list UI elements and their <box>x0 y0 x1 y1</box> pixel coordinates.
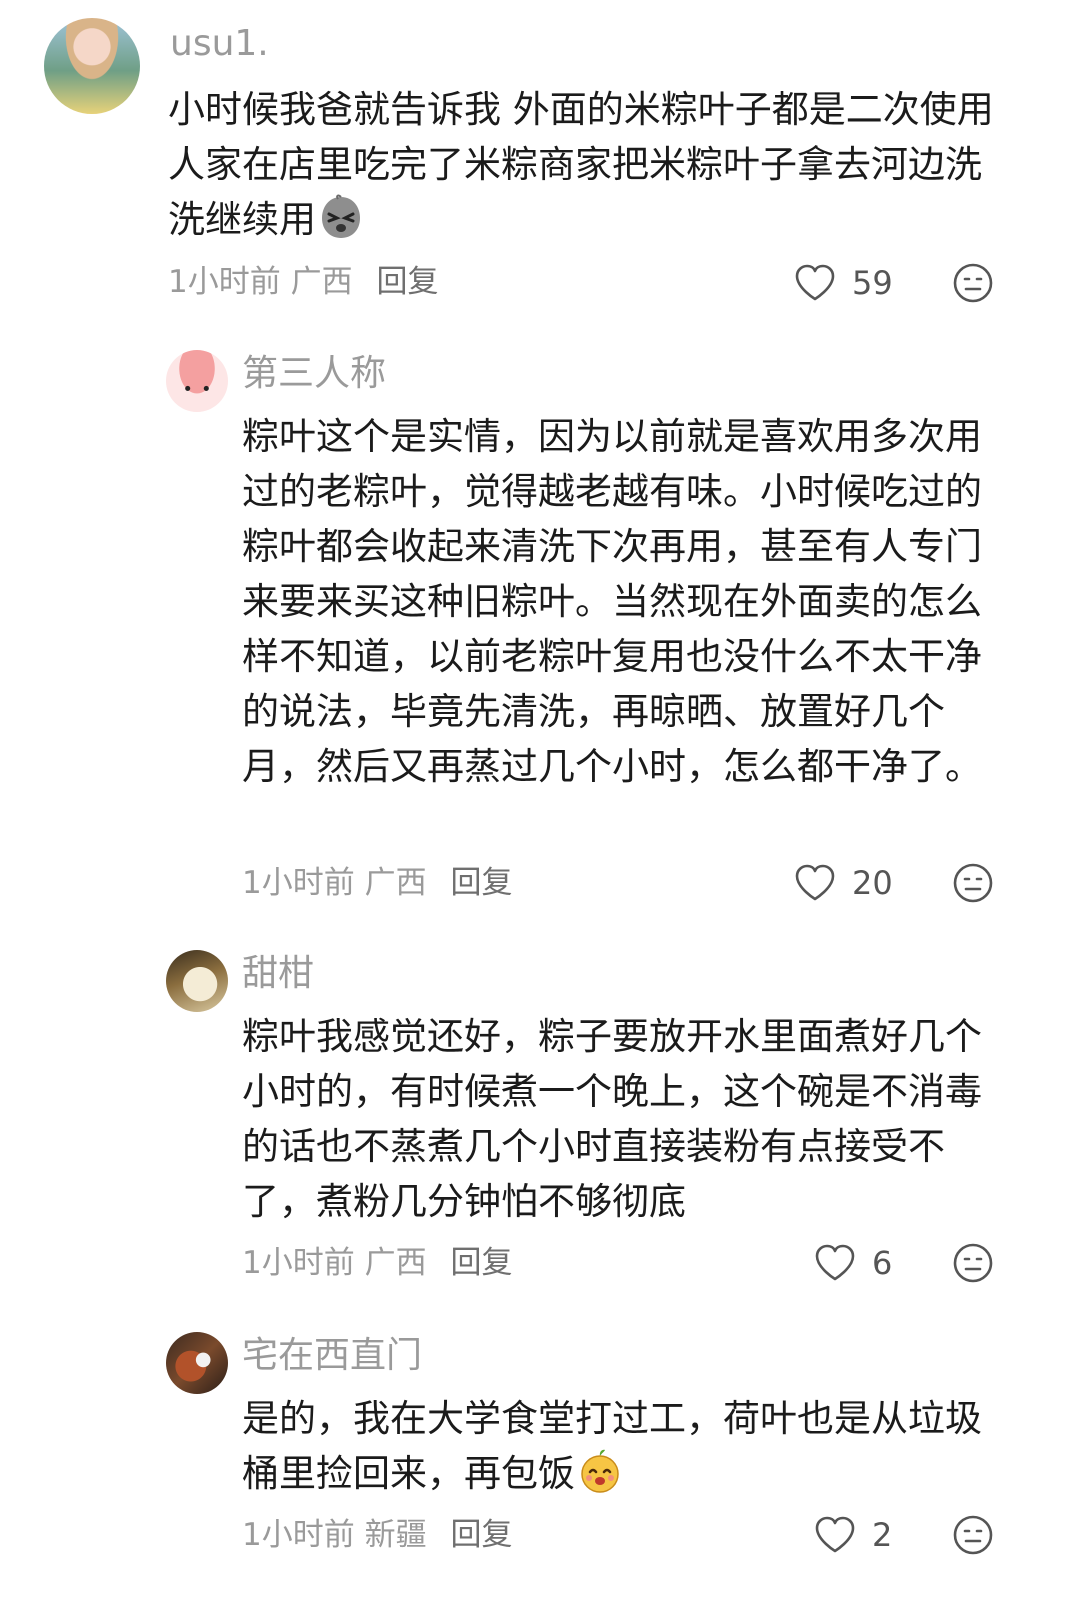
comment-text: 是的，我在大学食堂打过工，荷叶也是从垃圾桶里捡回来，再包饭 <box>242 1391 987 1501</box>
heart-outline-icon <box>815 1244 855 1281</box>
like-count: 2 <box>872 1516 893 1554</box>
username[interactable]: usu1. <box>170 22 269 66</box>
comment-meta: 1小时前 新疆 回复 <box>242 1515 512 1555</box>
comment-item: 甜柑 粽叶我感觉还好，粽子要放开水里面煮好几个小时的，有时候煮一个晚上，这个碗是… <box>0 930 1079 1312</box>
comment-item: 第三人称 粽叶这个是实情，因为以前就是喜欢用多次用过的老粽叶，觉得越老越有味。小… <box>0 330 1079 930</box>
avatar[interactable] <box>166 950 228 1012</box>
comment-location: 广西 <box>290 264 353 300</box>
reply-button[interactable]: 回复 <box>376 264 438 300</box>
like-count: 20 <box>852 864 893 902</box>
avatar[interactable] <box>166 350 228 412</box>
comment-time: 1小时前 <box>242 1245 355 1281</box>
dislike-face-icon[interactable] <box>952 1514 994 1556</box>
happy-sprout-emoji <box>581 1449 619 1493</box>
comment-item: usu1. 小时候我爸就告诉我 外面的米粽叶子都是二次使用人家在店里吃完了米粽商… <box>0 0 1079 330</box>
like-button[interactable]: 2 <box>814 1513 892 1557</box>
heart-outline-icon <box>795 264 835 301</box>
dislike-face-icon[interactable] <box>952 862 994 904</box>
comment-meta: 1小时前 广西 回复 <box>242 1243 512 1283</box>
dislike-face-icon[interactable] <box>952 1242 994 1284</box>
username[interactable]: 宅在西直门 <box>242 1334 422 1378</box>
comment-time: 1小时前 <box>168 264 281 300</box>
comment-time: 1小时前 <box>242 1517 355 1553</box>
comment-meta: 1小时前 广西 回复 <box>168 262 438 302</box>
username[interactable]: 第三人称 <box>242 352 386 396</box>
comment-location: 广西 <box>364 865 427 901</box>
squinting-ghost-emoji <box>322 194 360 238</box>
heart-outline-icon <box>815 1516 855 1553</box>
comment-location: 广西 <box>364 1245 427 1281</box>
comment-location: 新疆 <box>364 1517 427 1553</box>
username[interactable]: 甜柑 <box>242 952 314 996</box>
comment-time: 1小时前 <box>242 865 355 901</box>
like-button[interactable]: 6 <box>814 1241 892 1285</box>
comment-meta: 1小时前 广西 回复 <box>242 863 512 903</box>
avatar[interactable] <box>166 1332 228 1394</box>
comment-text: 小时候我爸就告诉我 外面的米粽叶子都是二次使用人家在店里吃完了米粽商家把米粽叶子… <box>168 82 1008 247</box>
reply-button[interactable]: 回复 <box>450 1245 512 1281</box>
like-button[interactable]: 59 <box>794 261 893 305</box>
avatar[interactable] <box>44 18 140 114</box>
comment-body: 小时候我爸就告诉我 外面的米粽叶子都是二次使用人家在店里吃完了米粽商家把米粽叶子… <box>168 88 994 241</box>
like-button[interactable]: 20 <box>794 861 893 905</box>
like-count: 6 <box>872 1244 893 1282</box>
dislike-face-icon[interactable] <box>952 262 994 304</box>
comment-item: 宅在西直门 是的，我在大学食堂打过工，荷叶也是从垃圾桶里捡回来，再包饭 1小时前… <box>0 1312 1079 1601</box>
like-count: 59 <box>852 264 893 302</box>
comment-text: 粽叶我感觉还好，粽子要放开水里面煮好几个小时的，有时候煮一个晚上，这个碗是不消毒… <box>242 1015 982 1223</box>
reply-button[interactable]: 回复 <box>450 865 512 901</box>
comment-text: 粽叶这个是实情，因为以前就是喜欢用多次用过的老粽叶，觉得越老越有味。小时候吃过的… <box>242 415 982 788</box>
heart-outline-icon <box>795 864 835 901</box>
reply-button[interactable]: 回复 <box>450 1517 512 1553</box>
